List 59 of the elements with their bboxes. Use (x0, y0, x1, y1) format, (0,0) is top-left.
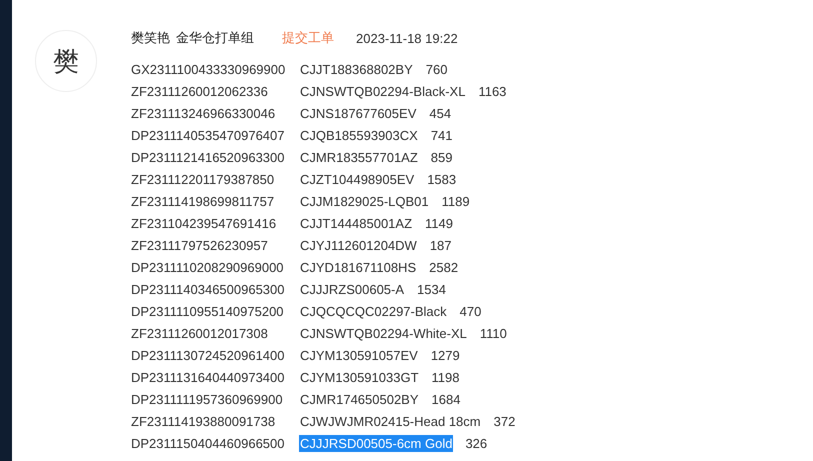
order-number: ZF23111260012017308 (131, 326, 269, 340)
submit-ticket-link[interactable]: 提交工单 (282, 29, 334, 47)
sku-code: CJZT104498905EV (299, 170, 416, 188)
quantity: 1534 (417, 282, 446, 296)
avatar: 樊 (35, 30, 97, 92)
sku-code: CJYJ112601204DW (299, 236, 418, 254)
order-number: DP2311130724520961400 (131, 348, 286, 362)
quantity: 1279 (430, 348, 460, 362)
sku-code: CJNS187677605EV (299, 104, 418, 122)
quantity: 1110 (480, 326, 507, 340)
order-number: ZF23111260012062336 (131, 84, 269, 98)
sku-code: CJNSWTQB02294-White-XL (299, 324, 468, 342)
quantity: 760 (426, 62, 448, 76)
sku-code: CJYM130591033GT (299, 368, 420, 386)
order-number: DP2311131640440973400 (131, 370, 286, 384)
quantity: 1198 (432, 370, 460, 384)
sku-code: CJMR174650502BY (299, 390, 420, 408)
quantity: 1684 (432, 392, 460, 406)
order-number: DP2311111957360969900 (131, 392, 284, 406)
sku-code: CJNSWTQB02294-Black-XL (299, 82, 466, 100)
quantity: 1583 (427, 172, 456, 186)
order-number: DP2311110208290969000 (131, 260, 285, 274)
quantity: 326 (465, 436, 488, 450)
quantity: 1189 (442, 194, 470, 208)
order-number: ZF231113246966330046 (131, 106, 276, 120)
order-number: ZF23111797526230957 (131, 238, 269, 252)
timestamp: 2023-11-18 19:22 (356, 30, 458, 46)
sku-code: CJJJRSD00505-6cm Gold (299, 434, 454, 452)
sku-code: CJJM1829025-LQB01 (299, 192, 430, 210)
quantity: 859 (430, 150, 452, 164)
sku-code: CJJJRZS00605-A (299, 280, 406, 298)
user-name: 樊笑艳 (131, 29, 170, 47)
quantity: 454 (429, 106, 452, 120)
sku-code: CJQCQCQC02297-Black (299, 302, 448, 320)
quantity: 2582 (429, 260, 458, 274)
order-number: DP2311140535470976407 (131, 128, 286, 142)
order-number: DP2311150404460966500 (131, 436, 286, 450)
order-number: ZF231104239547691416 (131, 216, 278, 230)
sku-code: CJMR183557701AZ (299, 148, 419, 166)
quantity: 1149 (425, 216, 453, 230)
order-number: ZF231112201179387850 (131, 172, 276, 186)
order-number: GX2311100433330969900 (131, 62, 286, 76)
order-number: DP2311110955140975200 (131, 304, 285, 318)
sku-code: CJWJWJMR02415-Head 18cm (299, 412, 482, 430)
quantity: 372 (494, 414, 516, 428)
user-group: 金华仓打单组 (176, 29, 254, 47)
order-number: ZF231114193880091738 (131, 414, 276, 428)
quantity: 1163 (478, 84, 506, 98)
sku-code: CJYD181671108HS (299, 258, 418, 276)
quantity: 741 (430, 128, 453, 142)
sku-code: CJYM130591057EV (299, 346, 419, 364)
sku-code: CJJT188368802BY (299, 60, 414, 78)
order-number: DP2311121416520963300 (131, 150, 286, 164)
order-number: ZF231114198699811757 (131, 194, 276, 208)
sku-code: CJQB185593903CX (299, 126, 419, 144)
quantity: 187 (430, 238, 452, 252)
sku-code: CJJT144485001AZ (299, 214, 414, 232)
order-number: DP2311140346500965300 (131, 282, 286, 296)
quantity: 470 (460, 304, 482, 318)
